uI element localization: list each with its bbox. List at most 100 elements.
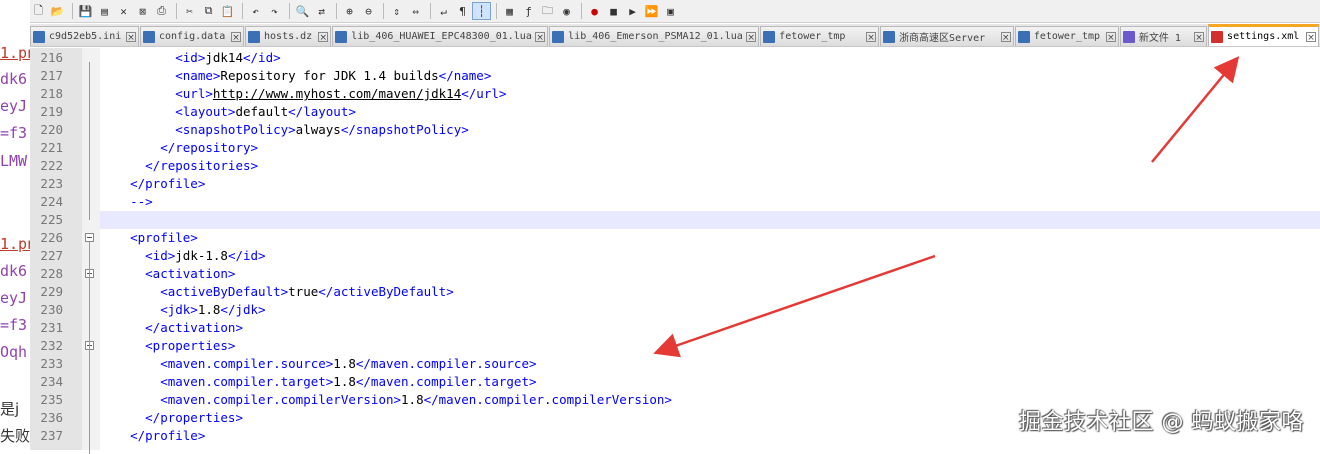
file-icon — [142, 30, 155, 43]
function-list-icon[interactable]: ƒ — [520, 3, 537, 19]
code-text: </repositories> — [100, 157, 1320, 175]
line-number: 229 — [40, 284, 63, 299]
code-text: <name>Repository for JDK 1.4 builds</nam… — [100, 67, 1320, 85]
tab-1[interactable]: config.data × — [139, 26, 245, 46]
new-file-icon[interactable]: 🗋 — [30, 3, 47, 19]
copy-icon[interactable]: ⧉ — [200, 3, 217, 19]
doc-map-icon[interactable]: ▦ — [501, 3, 518, 19]
tab-7[interactable]: fetower_tmp × — [1014, 26, 1119, 46]
close-icon[interactable]: ✕ — [115, 3, 132, 19]
line-number: 234 — [40, 374, 63, 389]
sync-v-icon[interactable]: ⇕ — [388, 3, 405, 19]
tab-9[interactable]: settings.xml × — [1208, 24, 1320, 46]
toolbar-separator — [242, 3, 243, 19]
xml-tag: <maven.compiler.compilerVersion> — [100, 392, 402, 407]
zoom-in-icon[interactable]: ⊕ — [341, 3, 358, 19]
undo-icon[interactable]: ↶ — [247, 3, 264, 19]
xml-tag: </id> — [227, 248, 266, 263]
open-file-icon[interactable]: 📂 — [49, 3, 66, 19]
close-tab-icon[interactable]: × — [318, 31, 329, 43]
monitor-icon[interactable]: ◉ — [558, 3, 575, 19]
close-tab-icon[interactable]: × — [125, 31, 136, 43]
print-icon[interactable]: ⎙ — [153, 3, 170, 19]
code-line: 219 <layout>default</layout> — [30, 103, 1320, 121]
fold-guide — [89, 242, 90, 454]
xml-tag: <maven.compiler.source> — [100, 356, 334, 371]
background-text-fragment: =f3 — [0, 124, 28, 142]
paste-icon[interactable]: 📋 — [219, 3, 236, 19]
close-tab-icon[interactable]: × — [1000, 31, 1011, 43]
cut-icon[interactable]: ✂ — [181, 3, 198, 19]
line-number: 231 — [40, 320, 63, 335]
background-text-fragment: 1.pn — [0, 235, 30, 253]
xml-value: Repository for JDK 1.4 builds — [220, 68, 439, 83]
xml-value: default — [235, 104, 289, 119]
line-number: 221 — [40, 140, 63, 155]
xml-value: 1.8 — [197, 302, 221, 317]
xml-tag: </maven.compiler.target> — [355, 374, 537, 389]
code-line: 224 --> — [30, 193, 1320, 211]
line-number: 237 — [40, 428, 63, 443]
line-number: 219 — [40, 104, 63, 119]
file-icon — [552, 30, 565, 43]
tab-2[interactable]: hosts.dz × — [245, 26, 332, 46]
fold-guide — [89, 62, 90, 220]
close-tab-icon[interactable]: × — [1194, 31, 1205, 43]
save-all-icon[interactable]: ▤ — [96, 3, 113, 19]
close-tab-icon[interactable]: × — [1105, 31, 1116, 43]
macro-save-icon[interactable]: ▣ — [662, 3, 679, 19]
file-icon — [33, 30, 45, 43]
macro-run-icon[interactable]: ⏩ — [643, 3, 660, 19]
file-icon — [1211, 30, 1224, 43]
close-tab-icon[interactable]: × — [535, 31, 546, 43]
code-line: 222 </repositories> — [30, 157, 1320, 175]
macro-record-icon[interactable]: ● — [586, 3, 603, 19]
code-text: <activeByDefault>true</activeByDefault> — [100, 283, 1320, 301]
code-text: <id>jdk-1.8</id> — [100, 247, 1320, 265]
fold-toggle-icon[interactable] — [85, 233, 94, 242]
code-line: 225 — [30, 211, 1320, 229]
tab-label: fetower_tmp — [1033, 31, 1101, 42]
close-tab-icon[interactable]: × — [1306, 31, 1317, 43]
replace-icon[interactable]: ⇄ — [313, 3, 330, 19]
redo-icon[interactable]: ↷ — [266, 3, 283, 19]
macro-stop-icon[interactable]: ■ — [605, 3, 622, 19]
save-icon[interactable]: 💾 — [77, 3, 94, 19]
toolbar-separator — [383, 3, 384, 19]
close-tab-icon[interactable]: × — [866, 31, 877, 43]
tab-8[interactable]: 新文件 1 × — [1119, 26, 1208, 46]
code-line: 223 </profile> — [30, 175, 1320, 193]
show-all-icon[interactable]: ¶ — [454, 3, 471, 19]
sync-h-icon[interactable]: ⇔ — [407, 3, 424, 19]
find-icon[interactable]: 🔍 — [294, 3, 311, 19]
code-text: </activation> — [100, 319, 1320, 337]
code-line: 221 </repository> — [30, 139, 1320, 157]
code-text: <activation> — [100, 265, 1320, 283]
line-number: 222 — [40, 158, 63, 173]
close-tab-icon[interactable]: × — [746, 31, 757, 43]
code-text: --> — [100, 193, 1320, 211]
file-icon — [1122, 30, 1135, 43]
macro-play-icon[interactable]: ▶ — [624, 3, 641, 19]
tab-4[interactable]: lib_406_Emerson_PSMA12_01.lua × — [549, 26, 760, 46]
folder-icon[interactable]: 🗀 — [539, 3, 556, 19]
xml-tag: </jdk> — [220, 302, 266, 317]
word-wrap-icon[interactable]: ↵ — [435, 3, 452, 19]
close-tab-icon[interactable]: × — [231, 31, 242, 43]
tab-6[interactable]: 浙商高速区Server × — [880, 26, 1014, 46]
code-line: 220 <snapshotPolicy>always</snapshotPoli… — [30, 121, 1320, 139]
background-text-fragment: 是j — [0, 400, 20, 418]
tab-3[interactable]: lib_406_HUAWEI_EPC48300_01.lua × — [332, 26, 549, 46]
code-line: 218 <url>http://www.myhost.com/maven/jdk… — [30, 85, 1320, 103]
tab-5[interactable]: fetower_tmp × — [760, 26, 880, 46]
zoom-out-icon[interactable]: ⊖ — [360, 3, 377, 19]
close-all-icon[interactable]: ⊠ — [134, 3, 151, 19]
tab-0[interactable]: c9d52eb5.ini × — [30, 26, 139, 46]
xml-url: http://www.myhost.com/maven/jdk14 — [212, 86, 462, 101]
line-number: 233 — [40, 356, 63, 371]
xml-tag: </activeByDefault> — [318, 284, 454, 299]
indent-guide-icon[interactable]: ┆ — [472, 2, 491, 20]
line-number: 226 — [40, 230, 63, 245]
toolbar-separator — [336, 3, 337, 19]
xml-tag: <snapshotPolicy> — [100, 122, 296, 137]
